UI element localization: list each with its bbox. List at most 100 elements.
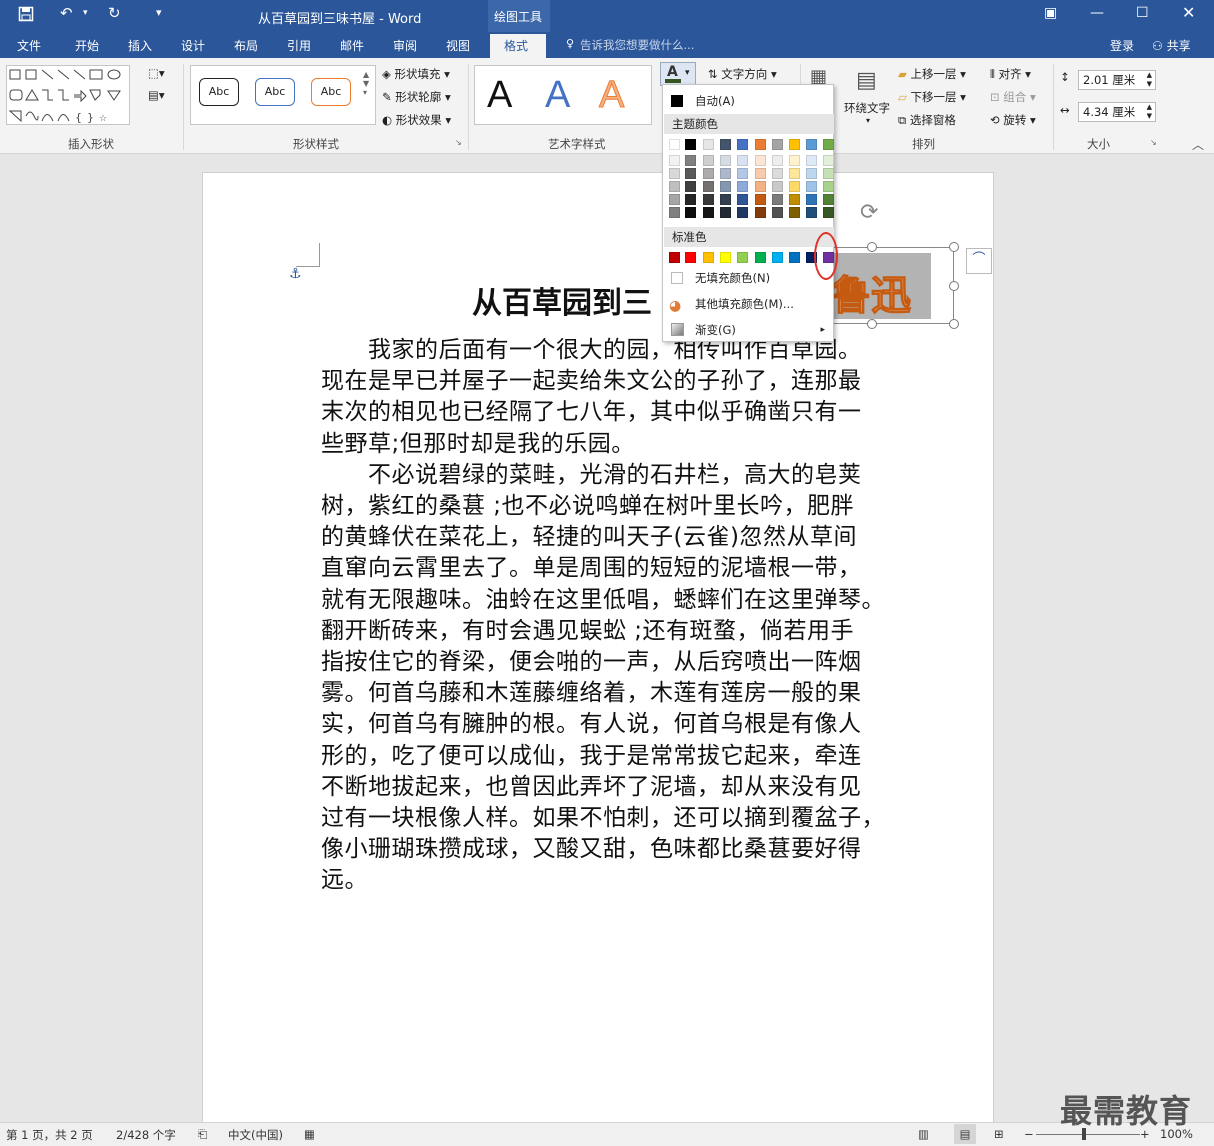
theme-shade-swatch[interactable] bbox=[755, 155, 766, 166]
wrap-text-button[interactable]: ▤ 环绕文字 ▾ bbox=[842, 64, 896, 130]
theme-shade-swatch[interactable] bbox=[703, 155, 714, 166]
redo-icon[interactable]: ↻ bbox=[108, 4, 121, 22]
resize-handle-bottom-right[interactable] bbox=[949, 319, 959, 329]
theme-shade-swatch[interactable] bbox=[720, 181, 731, 192]
style-abc-orange[interactable]: Abc bbox=[311, 78, 351, 106]
size-launcher-icon[interactable]: ↘ bbox=[1150, 138, 1157, 147]
standard-color-swatch[interactable] bbox=[703, 252, 714, 263]
theme-shade-swatch[interactable] bbox=[823, 181, 834, 192]
bring-forward-button[interactable]: ▰ 上移一层 ▾ bbox=[898, 66, 966, 82]
collapse-ribbon-icon[interactable]: ︿ bbox=[1192, 136, 1204, 153]
resize-handle-right[interactable] bbox=[949, 281, 959, 291]
theme-shade-swatch[interactable] bbox=[737, 155, 748, 166]
tab-mailings[interactable]: 邮件 bbox=[340, 37, 364, 54]
tab-design[interactable]: 设计 bbox=[181, 37, 205, 54]
selection-pane-button[interactable]: ⧉ 选择窗格 bbox=[898, 112, 956, 128]
tell-me-box[interactable]: 告诉我您想要做什么... bbox=[580, 37, 694, 53]
minimize-icon[interactable]: — bbox=[1090, 5, 1104, 21]
theme-color-swatch[interactable] bbox=[669, 139, 680, 150]
close-icon[interactable]: ✕ bbox=[1182, 3, 1195, 22]
theme-shade-swatch[interactable] bbox=[669, 168, 680, 179]
theme-shade-swatch[interactable] bbox=[806, 155, 817, 166]
no-fill-item[interactable]: 无填充颜色(N) bbox=[663, 268, 833, 288]
theme-shade-swatch[interactable] bbox=[806, 168, 817, 179]
theme-shade-swatch[interactable] bbox=[789, 207, 800, 218]
tab-references[interactable]: 引用 bbox=[287, 37, 311, 54]
standard-color-swatch[interactable] bbox=[789, 252, 800, 263]
align-button[interactable]: ⫴ 对齐 ▾ bbox=[990, 66, 1031, 82]
shape-styles-gallery[interactable]: Abc Abc Abc ▲ ▼ ▾ bbox=[190, 65, 376, 125]
rotate-handle-icon[interactable]: ⟳ bbox=[860, 200, 878, 225]
tab-home[interactable]: 开始 bbox=[75, 37, 99, 54]
theme-shade-swatch[interactable] bbox=[737, 207, 748, 218]
dialog-launcher-icon[interactable]: ↘ bbox=[455, 138, 462, 147]
theme-shade-swatch[interactable] bbox=[755, 168, 766, 179]
resize-handle-bottom[interactable] bbox=[867, 319, 877, 329]
theme-shade-swatch[interactable] bbox=[789, 168, 800, 179]
theme-shade-swatch[interactable] bbox=[685, 155, 696, 166]
theme-shade-swatch[interactable] bbox=[789, 155, 800, 166]
more-colors-item[interactable]: ◕ 其他填充颜色(M)... bbox=[663, 294, 833, 314]
theme-shade-swatch[interactable] bbox=[703, 194, 714, 205]
language[interactable]: 中文(中国) bbox=[228, 1127, 283, 1143]
shapes-gallery[interactable]: {} ☆ bbox=[6, 65, 130, 125]
theme-shade-swatch[interactable] bbox=[823, 155, 834, 166]
theme-shade-swatch[interactable] bbox=[720, 168, 731, 179]
theme-shade-swatch[interactable] bbox=[789, 194, 800, 205]
theme-shade-swatch[interactable] bbox=[669, 194, 680, 205]
tab-insert[interactable]: 插入 bbox=[128, 37, 152, 54]
login-link[interactable]: 登录 bbox=[1110, 37, 1134, 54]
tab-layout[interactable]: 布局 bbox=[234, 37, 258, 54]
theme-shade-swatch[interactable] bbox=[720, 155, 731, 166]
theme-shade-swatch[interactable] bbox=[685, 168, 696, 179]
ribbon-display-icon[interactable]: ▣ bbox=[1044, 5, 1057, 21]
theme-shade-swatch[interactable] bbox=[737, 181, 748, 192]
theme-shade-swatch[interactable] bbox=[755, 194, 766, 205]
theme-shade-swatch[interactable] bbox=[720, 207, 731, 218]
theme-shade-swatch[interactable] bbox=[823, 207, 834, 218]
gradient-item[interactable]: 渐变(G) ▸ bbox=[663, 320, 833, 340]
tab-format[interactable]: 格式 bbox=[490, 34, 546, 58]
page-count[interactable]: 第 1 页，共 2 页 bbox=[6, 1127, 93, 1143]
text-box-icon[interactable]: ▤▾ bbox=[148, 88, 165, 102]
wordart-style-black[interactable]: A bbox=[487, 74, 512, 117]
standard-color-swatch[interactable] bbox=[685, 252, 696, 263]
theme-shade-swatch[interactable] bbox=[823, 194, 834, 205]
gallery-scroll-icon[interactable]: ▲ ▼ ▾ bbox=[363, 70, 369, 97]
theme-shade-swatch[interactable] bbox=[755, 207, 766, 218]
send-backward-button[interactable]: ▱ 下移一层 ▾ bbox=[898, 89, 966, 105]
tab-review[interactable]: 审阅 bbox=[393, 37, 417, 54]
standard-color-swatch[interactable] bbox=[669, 252, 680, 263]
undo-dropdown-icon[interactable]: ▾ bbox=[83, 8, 88, 18]
theme-shade-swatch[interactable] bbox=[806, 207, 817, 218]
theme-shade-swatch[interactable] bbox=[806, 194, 817, 205]
theme-shade-swatch[interactable] bbox=[685, 207, 696, 218]
standard-color-swatch[interactable] bbox=[772, 252, 783, 263]
style-abc-blue[interactable]: Abc bbox=[255, 78, 295, 106]
theme-shade-swatch[interactable] bbox=[755, 181, 766, 192]
standard-color-swatch[interactable] bbox=[737, 252, 748, 263]
layout-options-icon[interactable]: ⌒ bbox=[966, 248, 992, 274]
theme-shade-swatch[interactable] bbox=[806, 181, 817, 192]
theme-shade-swatch[interactable] bbox=[789, 181, 800, 192]
theme-color-swatch[interactable] bbox=[823, 139, 834, 150]
undo-icon[interactable]: ↶ bbox=[60, 4, 73, 22]
shape-outline-button[interactable]: ✎ 形状轮廓 ▾ bbox=[382, 89, 451, 105]
theme-shade-swatch[interactable] bbox=[669, 207, 680, 218]
shape-fill-button[interactable]: ◈ 形状填充 ▾ bbox=[382, 66, 450, 82]
theme-shade-swatch[interactable] bbox=[823, 168, 834, 179]
theme-shade-swatch[interactable] bbox=[772, 155, 783, 166]
zoom-out-icon[interactable]: − bbox=[1024, 1127, 1034, 1141]
theme-shade-swatch[interactable] bbox=[772, 207, 783, 218]
theme-color-swatch[interactable] bbox=[720, 139, 731, 150]
tab-file[interactable]: 文件 bbox=[17, 37, 41, 54]
width-input[interactable]: 4.34 厘米 ▲ ▼ bbox=[1078, 102, 1156, 122]
theme-color-swatch[interactable] bbox=[789, 139, 800, 150]
theme-shade-swatch[interactable] bbox=[720, 194, 731, 205]
wordart-style-orange[interactable]: A bbox=[598, 74, 624, 117]
theme-shade-swatch[interactable] bbox=[703, 207, 714, 218]
maximize-icon[interactable]: ☐ bbox=[1136, 5, 1149, 21]
word-count[interactable]: 2/428 个字 bbox=[116, 1127, 176, 1143]
wordart-gallery[interactable]: A A A bbox=[474, 65, 652, 125]
theme-shade-swatch[interactable] bbox=[669, 155, 680, 166]
